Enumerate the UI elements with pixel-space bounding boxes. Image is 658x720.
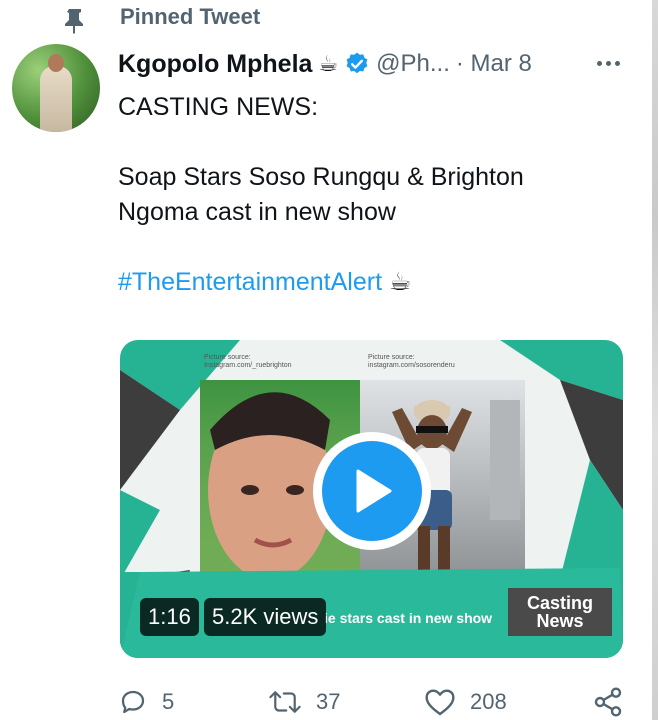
author-handle[interactable]: @Ph... [376,50,450,78]
hashtag-link[interactable]: #TheEntertainmentAlert [118,268,382,296]
tweet-actions: 5 37 208 [118,684,628,720]
picture-source-label: Picture source: [204,354,251,361]
picture-source-right: Picture source: instagram.com/sosorender… [368,354,455,370]
share-button[interactable] [592,684,624,720]
heart-icon [425,689,455,716]
retweet-button[interactable]: 37 [268,684,340,720]
retweet-icon [269,691,301,713]
like-button[interactable]: 208 [424,684,507,720]
share-icon [594,687,622,717]
like-count: 208 [470,689,507,714]
video-duration-badge: 1:16 [140,598,199,636]
tweet-line [118,230,618,265]
play-icon [356,469,392,513]
brand-line: News [536,611,584,631]
video-views-badge: 5.2K views [204,598,327,636]
video-player[interactable]: Picture source: Instagram.com/_ruebright… [120,340,623,658]
hashtag-line: #TheEntertainmentAlert ☕ [118,265,618,300]
reply-icon [121,690,145,714]
verified-badge-icon [346,52,368,74]
tweet-line: CASTING NEWS: [118,93,319,121]
retweet-count: 37 [316,689,341,714]
pinned-label: Pinned Tweet [120,4,261,29]
picture-source-left: Picture source: Instagram.com/_ruebright… [204,354,292,370]
reply-count: 5 [162,689,175,714]
pinned-indicator: Pinned Tweet [64,2,261,34]
more-dot-icon [605,60,611,66]
avatar-figure [40,66,72,132]
tweet-date[interactable]: · Mar 8 [456,50,532,78]
tweet-body: CASTING NEWS: Soap Stars Soso Rungqu & B… [118,90,618,300]
coffee-icon: ☕ [388,268,412,296]
video-banner-text: ie stars cast in new show [324,610,493,626]
brand-line: Casting [526,593,593,613]
author-name[interactable]: Kgopolo Mphela [118,50,312,79]
tweet-line [118,125,618,160]
play-circle [322,441,422,541]
avatar[interactable] [12,44,100,132]
adjacent-panel-edge [652,0,658,720]
picture-source-url: instagram.com/sosorenderu [368,362,455,369]
pin-icon [65,9,83,34]
picture-source-url: Instagram.com/_ruebrighton [204,362,292,369]
more-dot-icon [596,60,602,66]
tweet-line: Soap Stars Soso Rungqu & Brighton [118,163,524,191]
casting-news-logo: Casting News [508,588,612,636]
picture-source-label: Picture source: [368,354,415,361]
tweet-line: Ngoma cast in new show [118,198,396,226]
reply-button[interactable]: 5 [118,684,174,720]
play-button[interactable] [313,432,431,550]
avatar-head [48,54,64,72]
tweet-header: Kgopolo Mphela ☕ @Ph... · Mar 8 [118,44,618,84]
more-dot-icon [614,60,620,66]
more-options-button[interactable] [592,50,624,76]
coffee-icon: ☕ [318,51,339,76]
